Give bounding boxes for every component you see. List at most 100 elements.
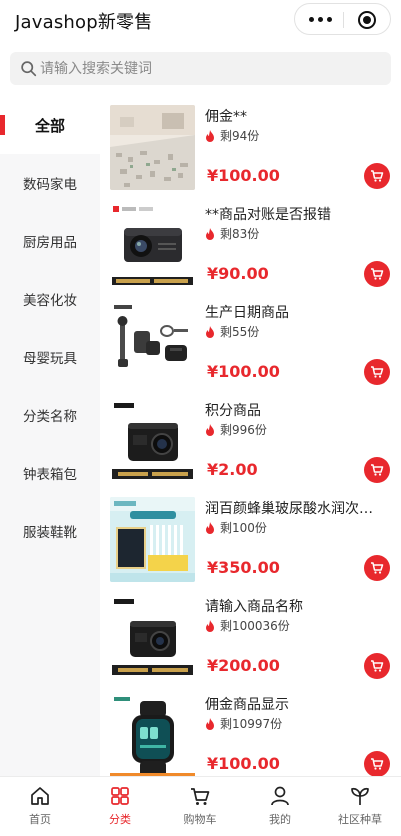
flame-icon [206, 227, 214, 240]
product-image-serum [110, 497, 195, 582]
product-image-projector [110, 203, 195, 288]
tab-label: 首页 [29, 813, 51, 826]
product-stock: 剩83份 [205, 225, 259, 242]
cart-icon [371, 268, 384, 280]
tab-home[interactable]: 首页 [0, 785, 80, 833]
search-icon [21, 61, 37, 77]
sidebar-item-label: 钟表箱包 [23, 467, 77, 483]
product-card[interactable]: 请输入商品名称 剩100036份 ¥200.00 [100, 586, 401, 684]
sidebar-item-baby-toys[interactable]: 母婴玩具 [0, 328, 100, 386]
product-stock: 剩100份 [205, 519, 267, 536]
sidebar-item-watches-bags[interactable]: 钟表箱包 [0, 444, 100, 502]
product-price: ¥200.00 [207, 656, 280, 675]
add-to-cart-button[interactable] [364, 163, 390, 189]
page-title: Javashop新零售 [15, 12, 153, 33]
tab-label: 社区种草 [338, 813, 382, 826]
product-stock: 剩996份 [205, 421, 267, 438]
close-target-icon[interactable] [358, 11, 376, 29]
sidebar-item-label: 分类名称 [23, 409, 77, 425]
sidebar-item-label: 美容化妆 [23, 293, 77, 309]
product-card[interactable]: 润百颜蜂巢玻尿酸水润次抛原液 剩100份 ¥350.00 [100, 488, 401, 586]
product-name: 佣金** [205, 109, 247, 125]
bottom-tab-bar: 首页 分类 购物车 我的 社区种草 [0, 776, 401, 836]
sidebar-item-kitchen[interactable]: 厨房用品 [0, 212, 100, 270]
product-card[interactable]: **商品对账是否报错 剩83份 ¥90.00 [100, 194, 401, 292]
product-stock: 剩94份 [205, 127, 259, 144]
stock-text: 剩996份 [220, 423, 267, 437]
product-name: 润百颜蜂巢玻尿酸水润次抛原液 [205, 501, 385, 517]
header: Javashop新零售 [0, 0, 401, 44]
add-to-cart-button[interactable] [364, 751, 390, 776]
product-card[interactable]: 佣金商品显示 剩10997份 ¥100.00 [100, 684, 401, 776]
product-list: 佣金** 剩94份 ¥100.00 **商品对账是否报错 剩83份 ¥90.00… [100, 96, 401, 776]
sidebar-item-category-name[interactable]: 分类名称 [0, 386, 100, 444]
tab-label: 分类 [109, 813, 131, 826]
product-name: 生产日期商品 [205, 305, 289, 321]
product-name: **商品对账是否报错 [205, 207, 331, 223]
tab-cart[interactable]: 购物车 [160, 785, 240, 833]
flame-icon [206, 325, 214, 338]
flame-icon [206, 619, 214, 632]
sidebar-item-label: 厨房用品 [23, 235, 77, 251]
product-image-action-camera-2 [110, 595, 195, 680]
add-to-cart-button[interactable] [364, 653, 390, 679]
search-bar[interactable] [10, 52, 391, 85]
stock-text: 剩100036份 [220, 619, 290, 633]
cart-icon [191, 788, 210, 805]
product-stock: 剩55份 [205, 323, 259, 340]
search-input[interactable] [40, 52, 380, 85]
cart-icon [371, 366, 384, 378]
tab-community[interactable]: 社区种草 [320, 785, 400, 833]
more-icon[interactable] [309, 12, 333, 26]
cart-icon [371, 660, 384, 672]
sidebar-item-label: 母婴玩具 [23, 351, 77, 367]
sidebar-item-label: 服装鞋靴 [23, 525, 77, 541]
stock-text: 剩94份 [220, 129, 260, 143]
product-image-smartwatch [110, 693, 195, 776]
product-card[interactable]: 积分商品 剩996份 ¥2.00 [100, 390, 401, 488]
product-image-action-camera [110, 399, 195, 484]
product-name: 积分商品 [205, 403, 261, 419]
product-price: ¥100.00 [207, 166, 280, 185]
app-screen: Javashop新零售 全部 数码家电 厨房用品 美容化妆 [0, 0, 401, 836]
cart-icon [371, 758, 384, 770]
grid-icon [111, 787, 129, 805]
stock-text: 剩55份 [220, 325, 260, 339]
product-image-gimbal [110, 301, 195, 386]
product-image-rug [110, 105, 195, 190]
flame-icon [206, 423, 214, 436]
product-name: 佣金商品显示 [205, 697, 289, 713]
tab-mine[interactable]: 我的 [240, 785, 320, 833]
product-price: ¥100.00 [207, 362, 280, 381]
cart-icon [371, 562, 384, 574]
product-price: ¥90.00 [207, 264, 269, 283]
sidebar-item-label: 全部 [34, 116, 65, 135]
cart-icon [371, 170, 384, 182]
product-stock: 剩100036份 [205, 617, 290, 634]
tab-label: 购物车 [183, 813, 217, 826]
sidebar-item-all[interactable]: 全部 [0, 96, 100, 154]
product-name: 请输入商品名称 [205, 599, 303, 615]
product-card[interactable]: 生产日期商品 剩55份 ¥100.00 [100, 292, 401, 390]
product-card[interactable]: 佣金** 剩94份 ¥100.00 [100, 96, 401, 194]
flame-icon [206, 129, 214, 142]
sidebar-item-beauty[interactable]: 美容化妆 [0, 270, 100, 328]
tab-category[interactable]: 分类 [80, 785, 160, 833]
product-price: ¥100.00 [207, 754, 280, 773]
flame-icon [206, 717, 214, 730]
add-to-cart-button[interactable] [364, 457, 390, 483]
stock-text: 剩100份 [220, 521, 267, 535]
sprout-icon [351, 787, 369, 805]
product-price: ¥2.00 [207, 460, 258, 479]
sidebar-item-clothing-shoes[interactable]: 服装鞋靴 [0, 502, 100, 560]
add-to-cart-button[interactable] [364, 261, 390, 287]
add-to-cart-button[interactable] [364, 359, 390, 385]
capsule-divider [343, 12, 344, 28]
stock-text: 剩83份 [220, 227, 260, 241]
category-sidebar: 全部 数码家电 厨房用品 美容化妆 母婴玩具 分类名称 钟表箱包 服装鞋靴 [0, 96, 100, 776]
add-to-cart-button[interactable] [364, 555, 390, 581]
product-price: ¥350.00 [207, 558, 280, 577]
flame-icon [206, 521, 214, 534]
sidebar-item-label: 数码家电 [23, 177, 77, 193]
sidebar-item-digital[interactable]: 数码家电 [0, 154, 100, 212]
